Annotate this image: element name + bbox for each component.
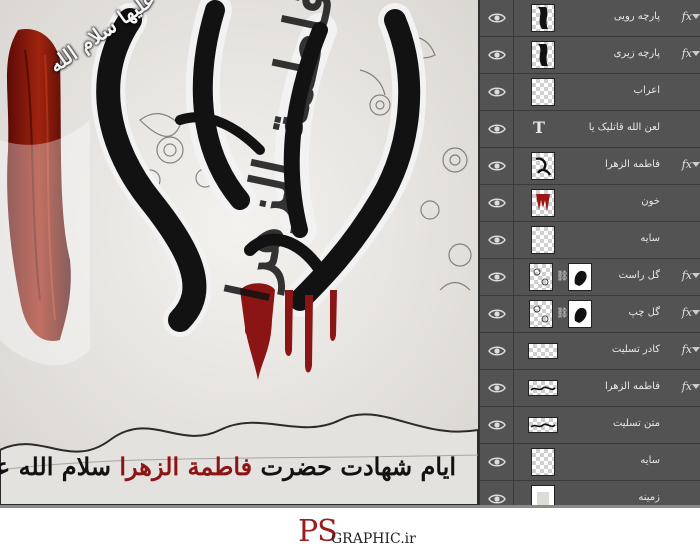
layer-thumbnail [531,41,555,69]
layer-name[interactable]: سایه [640,233,660,244]
layer-divider [513,0,514,37]
layer-thumbnail [531,189,555,217]
layer-divider [513,222,514,259]
layer-effects-icon[interactable]: fx [682,269,692,282]
layer-row[interactable]: پارچه زیری fx [480,37,700,74]
layer-name[interactable]: پارچه رویی [614,11,660,22]
layer-name[interactable]: خون [641,196,660,207]
layer-effects-icon[interactable]: fx [682,343,692,356]
expand-effects-arrow-icon[interactable] [692,347,700,352]
layer-divider [513,407,514,444]
document-canvas[interactable]: فاطمة الزهرا علیها سلام الله ایام شهادت … [0,0,478,505]
layer-name[interactable]: فاطمه الزهرا [605,159,660,170]
layer-row[interactable]: اعراب [480,74,700,111]
layer-thumbnail [531,448,555,476]
layer-thumbnail [531,485,555,505]
eye-icon[interactable] [488,231,506,249]
layer-row[interactable]: متن تسلیت [480,407,700,444]
eye-icon[interactable] [488,453,506,471]
footer-bar: PS GRAPHIC.ir [0,505,700,553]
eye-icon[interactable] [488,157,506,175]
eye-icon[interactable] [488,194,506,212]
layer-name[interactable]: فاطمه الزهرا [605,381,660,392]
layer-row[interactable]: سایه [480,222,700,259]
layer-row[interactable]: خون [480,185,700,222]
expand-effects-arrow-icon[interactable] [692,14,700,19]
layer-name[interactable]: اعراب [634,85,660,96]
caption-part-1: ایام شهادت حضرت [260,452,456,481]
layer-row[interactable]: پارچه رویی fx [480,0,700,37]
layer-divider [513,259,514,296]
expand-effects-arrow-icon[interactable] [692,51,700,56]
layer-name[interactable]: متن تسلیت [613,418,660,429]
layer-row[interactable]: T لعن الله قاتلیک یا [480,111,700,148]
layer-divider [513,111,514,148]
eye-icon[interactable] [488,305,506,323]
layer-row[interactable]: سایه [480,444,700,481]
layer-name[interactable]: لعن الله قاتلیک یا [589,122,660,133]
layer-thumbnail [531,78,555,106]
layer-effects-icon[interactable]: fx [682,10,692,23]
layer-thumbnail [528,417,558,433]
expand-effects-arrow-icon[interactable] [692,162,700,167]
layer-name[interactable]: پارچه زیری [614,48,660,59]
layer-thumbnail [528,380,558,396]
layer-divider [513,481,514,505]
layer-divider [513,370,514,407]
eye-icon[interactable] [488,490,506,505]
layer-thumbnail [529,263,553,291]
layer-row[interactable]: کادر تسلیت fx [480,333,700,370]
layer-effects-icon[interactable]: fx [682,306,692,319]
layer-divider [513,333,514,370]
layer-divider [513,296,514,333]
eye-icon[interactable] [488,120,506,138]
eye-icon[interactable] [488,379,506,397]
layer-row[interactable]: فاطمه الزهرا fx [480,148,700,185]
layer-thumbnail [529,300,553,328]
layer-row[interactable]: ⛓ گل راست fx [480,259,700,296]
layer-thumbnail [531,152,555,180]
layer-divider [513,74,514,111]
layer-name[interactable]: کادر تسلیت [612,344,660,355]
layer-thumbnail [528,343,558,359]
eye-icon[interactable] [488,268,506,286]
layer-name[interactable]: گل چپ [628,307,660,318]
expand-effects-arrow-icon[interactable] [692,273,700,278]
layers-panel: پارچه رویی fx پارچه زیری fx اعراب T لعن الله ق… [478,0,700,505]
layer-mask-thumbnail [568,300,592,328]
eye-icon[interactable] [488,416,506,434]
text-layer-icon: T [533,118,545,137]
layer-divider [513,37,514,74]
layer-name[interactable]: زمینه [638,492,660,503]
chain-icon[interactable]: ⛓ [556,271,569,282]
layer-divider [513,185,514,222]
layer-thumbnail [531,226,555,254]
eye-icon[interactable] [488,9,506,27]
expand-effects-arrow-icon[interactable] [692,310,700,315]
layer-row[interactable]: زمینه [480,481,700,505]
chain-icon[interactable]: ⛓ [556,308,569,319]
eye-icon[interactable] [488,46,506,64]
layer-name[interactable]: گل راست [619,270,660,281]
layer-effects-icon[interactable]: fx [682,47,692,60]
layer-effects-icon[interactable]: fx [682,158,692,171]
layer-row[interactable]: ⛓ گل چپ fx [480,296,700,333]
layer-divider [513,444,514,481]
eye-icon[interactable] [488,83,506,101]
eye-icon[interactable] [488,342,506,360]
caption-part-red: فاطمة الزهرا [119,452,253,481]
expand-effects-arrow-icon[interactable] [692,384,700,389]
layer-effects-icon[interactable]: fx [682,380,692,393]
layer-mask-thumbnail [568,263,592,291]
condolence-caption: ایام شهادت حضرت فاطمة الزهرا سلام الله ع… [0,452,456,481]
logo-rest: GRAPHIC.ir [331,531,416,547]
layer-name[interactable]: سایه [640,455,660,466]
caption-part-2: سلام الله علیها [0,452,112,481]
layer-row[interactable]: فاطمه الزهرا fx [480,370,700,407]
layer-divider [513,148,514,185]
layer-thumbnail [531,4,555,32]
